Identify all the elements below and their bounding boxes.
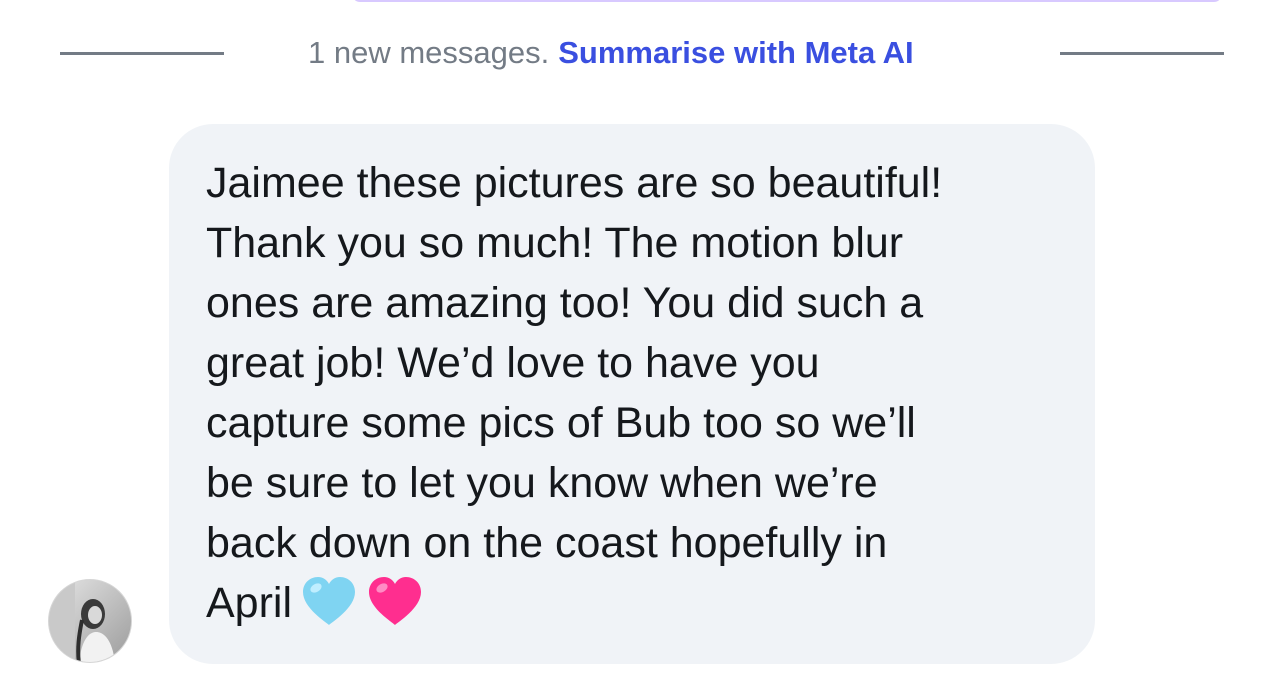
message-text: Jaimee these pictures are so beautiful! … [206,153,1075,633]
message-bubble[interactable]: Jaimee these pictures are so beautiful! … [169,124,1095,664]
avatar[interactable] [48,579,132,663]
avatar-photo [49,580,131,662]
message-body: Jaimee these pictures are so beautiful! … [206,159,943,627]
light-blue-heart-icon [300,575,358,627]
new-messages-divider: 1 new messages. Summarise with Meta AI [0,28,1284,78]
new-messages-count: 1 new messages. [308,35,550,70]
pink-heart-icon [366,575,424,627]
divider-text: 1 new messages. Summarise with Meta AI [308,34,914,72]
divider-line-left [60,52,224,55]
previous-message-bubble-edge [352,0,1222,2]
divider-line-right [1060,52,1224,55]
summarise-with-meta-ai-link[interactable]: Summarise with Meta AI [558,35,913,70]
